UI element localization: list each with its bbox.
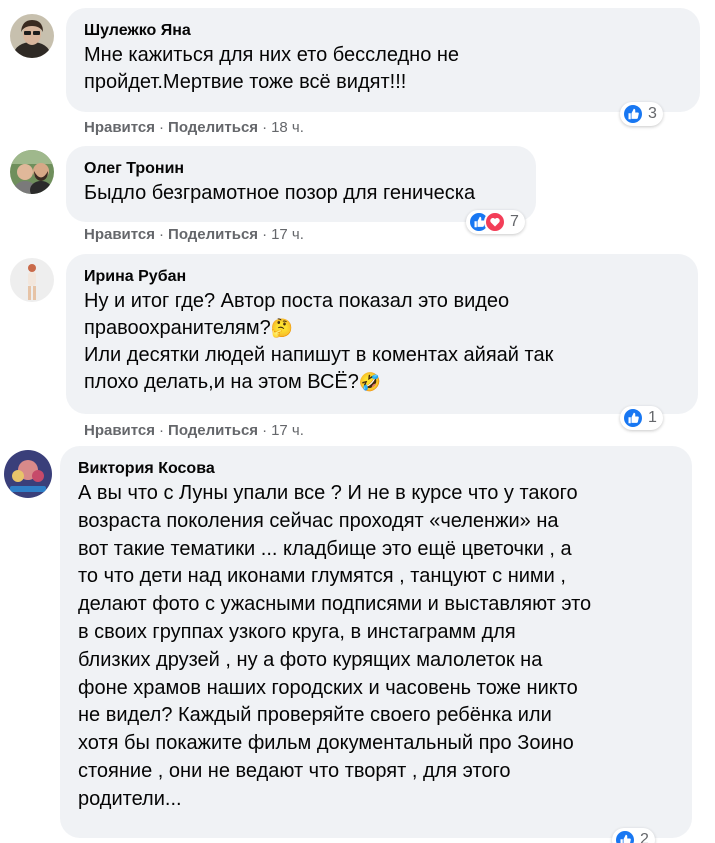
- comment-text: А вы что с Луны упали все ? И не в курсе…: [78, 482, 592, 810]
- comment-actions: Нравится · Поделиться · 18 ч.: [84, 119, 304, 136]
- like-button[interactable]: Нравится: [84, 422, 155, 439]
- comment-bubble: Ирина Рубан Ну и итог где? Автор поста п…: [66, 254, 698, 414]
- avatar[interactable]: [10, 258, 54, 302]
- reaction-count: 2: [640, 831, 649, 843]
- reaction-count: 3: [648, 105, 657, 122]
- reaction-count: 1: [648, 409, 657, 426]
- thinking-emoji: 🤔: [270, 318, 294, 338]
- share-button[interactable]: Поделиться: [168, 422, 258, 439]
- reaction-count: 7: [510, 213, 519, 230]
- reaction-summary[interactable]: 7: [466, 210, 525, 234]
- avatar[interactable]: [10, 14, 54, 58]
- like-icon: [622, 407, 644, 429]
- love-icon: [484, 211, 506, 233]
- share-button[interactable]: Поделиться: [168, 226, 258, 243]
- comment-author[interactable]: Шулежко Яна: [84, 20, 682, 42]
- comment-text: Быдло безграмотное позор для геническа: [84, 182, 476, 204]
- comment-author[interactable]: Виктория Косова: [78, 458, 674, 480]
- comment-actions: Нравится · Поделиться · 17 ч.: [84, 422, 304, 439]
- reaction-summary[interactable]: 3: [620, 102, 663, 126]
- like-button[interactable]: Нравится: [84, 119, 155, 136]
- avatar[interactable]: [4, 450, 52, 498]
- comment-text: Мне кажиться для них ето бесследно не про…: [84, 44, 460, 93]
- laughing-emoji: 🤣: [358, 372, 382, 392]
- comment-timestamp[interactable]: 17 ч.: [271, 226, 304, 243]
- comment-author[interactable]: Олег Тронин: [84, 158, 518, 180]
- like-icon: [622, 103, 644, 125]
- avatar[interactable]: [10, 150, 54, 194]
- comment-author[interactable]: Ирина Рубан: [84, 266, 680, 288]
- share-button[interactable]: Поделиться: [168, 119, 258, 136]
- comment-timestamp[interactable]: 18 ч.: [271, 119, 304, 136]
- comment-actions: Нравится · Поделиться · 17 ч.: [84, 226, 304, 243]
- like-button[interactable]: Нравится: [84, 226, 155, 243]
- comment-bubble: Виктория Косова А вы что с Луны упали вс…: [60, 446, 692, 838]
- like-icon: [614, 829, 636, 843]
- comment-bubble: Олег Тронин Быдло безграмотное позор для…: [66, 146, 536, 222]
- reaction-summary[interactable]: 1: [620, 406, 663, 430]
- comment-text: Ну и итог где? Автор поста показал это в…: [84, 290, 554, 393]
- reaction-summary[interactable]: 2: [612, 828, 655, 843]
- comments-section: Шулежко Яна Мне кажиться для них ето бес…: [0, 0, 715, 843]
- comment-bubble: Шулежко Яна Мне кажиться для них ето бес…: [66, 8, 700, 112]
- comment-timestamp[interactable]: 17 ч.: [271, 422, 304, 439]
